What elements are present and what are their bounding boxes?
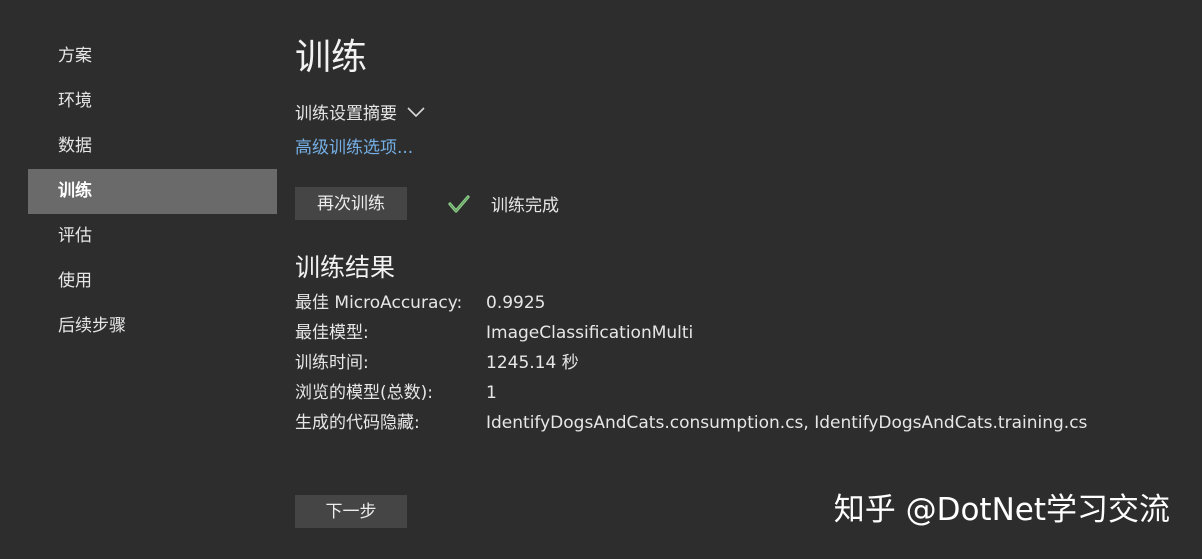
training-status: 训练完成 bbox=[447, 191, 559, 216]
results-table: 最佳 MicroAccuracy: 0.9925 最佳模型: ImageClas… bbox=[295, 288, 1087, 438]
result-row-models-explored: 浏览的模型(总数): 1 bbox=[295, 378, 1087, 408]
chevron-down-icon bbox=[407, 106, 425, 117]
result-label: 浏览的模型(总数): bbox=[295, 383, 433, 403]
result-label: 最佳模型: bbox=[295, 323, 369, 343]
retrain-button[interactable]: 再次训练 bbox=[295, 187, 407, 220]
result-row-best-model: 最佳模型: ImageClassificationMulti bbox=[295, 318, 1087, 348]
sidebar-item-evaluate[interactable]: 评估 bbox=[28, 214, 277, 259]
status-text: 训练完成 bbox=[491, 196, 559, 216]
next-step-button[interactable]: 下一步 bbox=[295, 495, 407, 528]
result-value: IdentifyDogsAndCats.consumption.cs, Iden… bbox=[486, 413, 1088, 433]
sidebar: 方案 环境 数据 训练 评估 使用 后续步骤 bbox=[28, 34, 277, 349]
result-label: 训练时间: bbox=[295, 353, 369, 373]
result-label: 最佳 MicroAccuracy: bbox=[295, 293, 463, 313]
sidebar-item-train[interactable]: 训练 bbox=[28, 169, 277, 214]
results-title: 训练结果 bbox=[295, 253, 396, 282]
result-row-generated-code: 生成的代码隐藏: IdentifyDogsAndCats.consumption… bbox=[295, 408, 1087, 438]
check-icon bbox=[448, 194, 470, 213]
watermark: 知乎 @DotNet学习交流 bbox=[833, 492, 1170, 528]
advanced-training-options-link[interactable]: 高级训练选项... bbox=[295, 133, 413, 158]
result-row-best-accuracy: 最佳 MicroAccuracy: 0.9925 bbox=[295, 288, 1087, 318]
result-label: 生成的代码隐藏: bbox=[295, 413, 420, 433]
result-value: ImageClassificationMulti bbox=[486, 323, 694, 343]
main-panel: 训练 训练设置摘要 高级训练选项... 再次训练 训练完成 训练结果 最佳 Mi… bbox=[295, 0, 1202, 559]
app-window: 方案 环境 数据 训练 评估 使用 后续步骤 训练 训练设置摘要 高级训练选项.… bbox=[0, 0, 1202, 559]
result-value: 1 bbox=[486, 383, 497, 403]
result-value: 1245.14 秒 bbox=[486, 353, 579, 373]
sidebar-item-scenario[interactable]: 方案 bbox=[28, 34, 277, 79]
sidebar-item-environment[interactable]: 环境 bbox=[28, 79, 277, 124]
training-summary-label: 训练设置摘要 bbox=[295, 104, 397, 124]
result-row-training-time: 训练时间: 1245.14 秒 bbox=[295, 348, 1087, 378]
result-value: 0.9925 bbox=[486, 293, 546, 313]
sidebar-item-data[interactable]: 数据 bbox=[28, 124, 277, 169]
sidebar-item-consume[interactable]: 使用 bbox=[28, 259, 277, 304]
page-title: 训练 bbox=[295, 37, 368, 78]
training-summary-toggle[interactable]: 训练设置摘要 bbox=[295, 99, 425, 124]
sidebar-item-next-steps[interactable]: 后续步骤 bbox=[28, 304, 277, 349]
